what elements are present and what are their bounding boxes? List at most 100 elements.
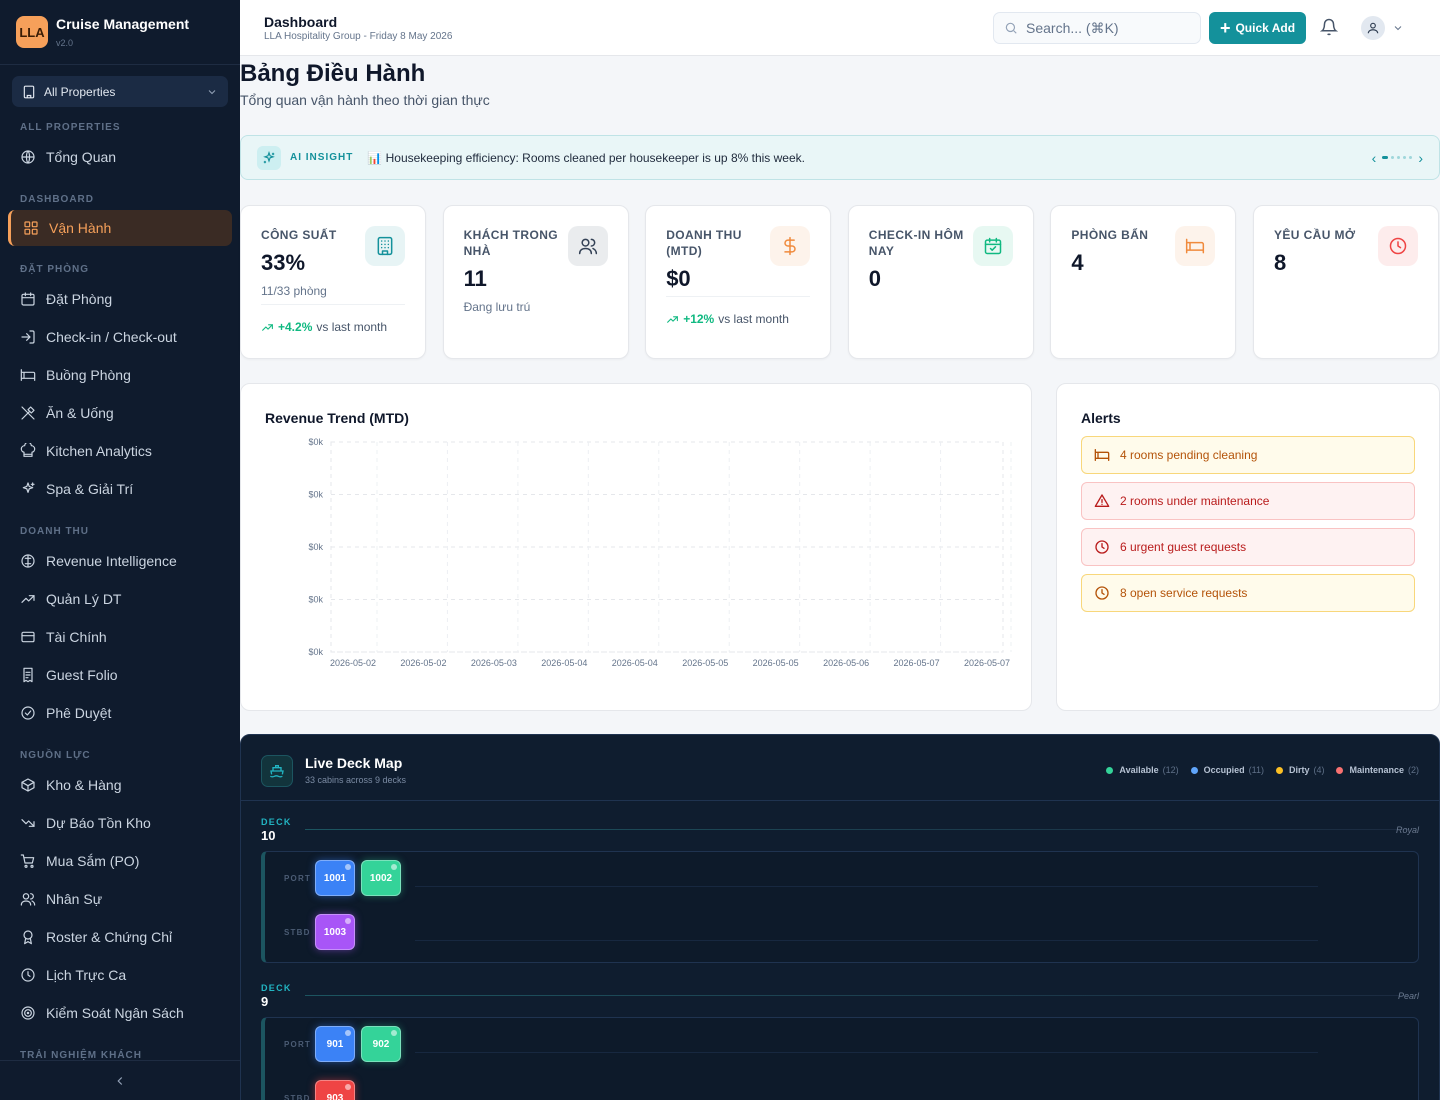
sidebar-item[interactable]: Quản Lý DT	[0, 580, 240, 618]
sidebar-item[interactable]: Roster & Chứng Chỉ	[0, 918, 240, 956]
sidebar-item[interactable]: Tài Chính	[0, 618, 240, 656]
brand[interactable]: LLA Cruise Management v2.0	[0, 0, 240, 64]
sidebar-item[interactable]: Nhân Sự	[0, 880, 240, 918]
kpi-card[interactable]: YÊU CẦU MỞ 8	[1253, 205, 1439, 359]
trend-up-icon	[667, 315, 679, 323]
avatar[interactable]	[1361, 16, 1385, 40]
y-tick-label: $0k	[308, 542, 323, 552]
side-label-port: PORT	[284, 874, 312, 883]
alert-text: 6 urgent guest requests	[1120, 540, 1247, 554]
sidebar-item[interactable]: Spa & Giải Trí	[0, 470, 240, 508]
legend-dot	[1190, 766, 1198, 774]
deck-box: PORT 1001 1002 STBD 1003	[261, 851, 1419, 963]
search-input[interactable]: Search... (⌘K)	[993, 12, 1201, 44]
sidebar-item[interactable]: Kho & Hàng	[0, 766, 240, 804]
sidebar-item-label: Kitchen Analytics	[46, 443, 152, 459]
alert-item[interactable]: 6 urgent guest requests	[1081, 528, 1415, 566]
sidebar-item-label: Tổng Quan	[46, 149, 117, 165]
sidebar-item[interactable]: Phê Duyệt	[0, 694, 240, 732]
deck-class: Pearl	[1397, 991, 1419, 1001]
sidebar-item-label: Mua Sắm (PO)	[46, 853, 140, 869]
cabin-tile[interactable]: 902	[361, 1026, 401, 1062]
kpi-value: 8	[1274, 250, 1287, 275]
cabin-number: 901	[326, 1038, 344, 1050]
building-icon	[23, 85, 35, 98]
kpi-card[interactable]: CHECK-IN HÔM NAY 0	[847, 205, 1034, 359]
kpi-card[interactable]: PHÒNG BẨN 4	[1050, 205, 1237, 359]
sidebar-item[interactable]: Kitchen Analytics	[0, 432, 240, 470]
deck-word: DECK	[261, 817, 292, 827]
bell-icon[interactable]	[1320, 18, 1338, 36]
insight-dots	[1382, 156, 1413, 159]
kpi-label: DOANH THU (MTD)	[666, 228, 742, 258]
sidebar-item[interactable]: Guest Folio	[0, 656, 240, 694]
sidebar-item-label: Nhân Sự	[46, 891, 103, 907]
sidebar-item-label: Guest Folio	[46, 667, 118, 683]
kpi-card[interactable]: KHÁCH TRONG NHÀ 11 Đang lưu trú	[442, 205, 629, 359]
kpi-label: CHECK-IN HÔM NAY	[868, 228, 964, 258]
brand-version: v2.0	[56, 38, 74, 48]
kpi-card[interactable]: DOANH THU (MTD) $0 +12% vs last month	[645, 205, 832, 359]
insight-dot[interactable]	[1382, 156, 1389, 159]
kpi-label: YÊU CẦU MỞ	[1274, 228, 1356, 242]
chevron-left-icon	[117, 1076, 123, 1085]
x-tick-label: 2026-05-05	[682, 658, 728, 668]
x-tick-label: 2026-05-06	[823, 658, 869, 668]
cabin-status-dot	[345, 864, 351, 870]
sidebar-item[interactable]: Buồng Phòng	[0, 356, 240, 394]
kpi-card[interactable]: CÔNG SUẤT 33% 11/33 phòng +4.2% vs last mont…	[240, 205, 426, 359]
quick-add-button[interactable]: + Quick Add	[1209, 12, 1306, 44]
cabin-status-dot	[345, 1030, 351, 1036]
x-tick-label: 2026-05-05	[753, 658, 799, 668]
alert-item[interactable]: 4 rooms pending cleaning	[1081, 436, 1415, 474]
cabin-tile[interactable]: 1002	[361, 860, 401, 896]
sidebar-item[interactable]: Dự Báo Tồn Kho	[0, 804, 240, 842]
ship-icon	[261, 755, 293, 787]
revenue-trend-panel: Revenue Trend (MTD) $0k $0k $0k $0k $0k 2026-…	[240, 383, 1032, 711]
kpi-label: CÔNG SUẤT	[261, 228, 337, 242]
insight-dot[interactable]	[1397, 156, 1401, 159]
sidebar-item[interactable]: Tổng Quan	[0, 138, 240, 176]
insight-dot[interactable]	[1391, 156, 1395, 159]
alert-text: 8 open service requests	[1120, 586, 1248, 600]
y-tick-label: $0k	[308, 490, 323, 500]
sidebar-item[interactable]: Mua Sắm (PO)	[0, 842, 240, 880]
insight-next-button[interactable]: ›	[1418, 150, 1423, 166]
deck-box: PORT 901 902 STBD 903	[261, 1017, 1419, 1100]
nav-section-title: ALL PROPERTIES	[20, 122, 121, 133]
sidebar-item-label: Ăn & Uống	[46, 405, 114, 421]
brain-icon	[21, 554, 35, 568]
sidebar-item-label: Spa & Giải Trí	[46, 481, 134, 497]
side-label-stbd: STBD	[284, 928, 311, 937]
kpi-icon-badge	[770, 226, 811, 266]
insight-dot[interactable]	[1403, 156, 1407, 159]
sidebar-item[interactable]: Ăn & Uống	[0, 394, 240, 432]
cabin-tile[interactable]: 901	[315, 1026, 355, 1062]
kpi-subtext: Đang lưu trú	[463, 300, 531, 314]
cabin-tile[interactable]: 903	[315, 1080, 355, 1100]
alert-item[interactable]: 2 rooms under maintenance	[1081, 482, 1415, 520]
deck-map-title: Live Deck Map	[305, 755, 403, 771]
collapse-sidebar-button[interactable]	[0, 1060, 240, 1100]
kpi-trend-text: vs last month	[718, 312, 789, 326]
insight-dot[interactable]	[1409, 156, 1413, 159]
calendar-check-icon	[984, 237, 1002, 255]
insight-prev-button[interactable]: ‹	[1372, 150, 1377, 166]
sidebar-item[interactable]: Revenue Intelligence	[0, 542, 240, 580]
cabin-tile[interactable]: 1003	[315, 914, 355, 950]
legend-dot	[1106, 766, 1114, 774]
warning-icon	[1094, 494, 1110, 507]
sidebar-item[interactable]: Đặt Phòng	[0, 280, 240, 318]
property-selector[interactable]: All Properties	[12, 76, 228, 107]
sidebar-item[interactable]: Vận Hành	[8, 210, 232, 246]
cabin-tile[interactable]: 1001	[315, 860, 355, 896]
sidebar-item[interactable]: Check-in / Check-out	[0, 318, 240, 356]
chevron-down-icon[interactable]	[1392, 22, 1404, 34]
deck-number: 9	[261, 994, 269, 1009]
sidebar-item[interactable]: Lịch Trực Ca	[0, 956, 240, 994]
sidebar-item[interactable]: Kiểm Soát Ngân Sách	[0, 994, 240, 1032]
wallet-icon	[21, 631, 35, 643]
kpi-trend: +4.2% vs last month	[261, 320, 387, 334]
alert-item[interactable]: 8 open service requests	[1081, 574, 1415, 612]
receipt-icon	[23, 667, 33, 683]
